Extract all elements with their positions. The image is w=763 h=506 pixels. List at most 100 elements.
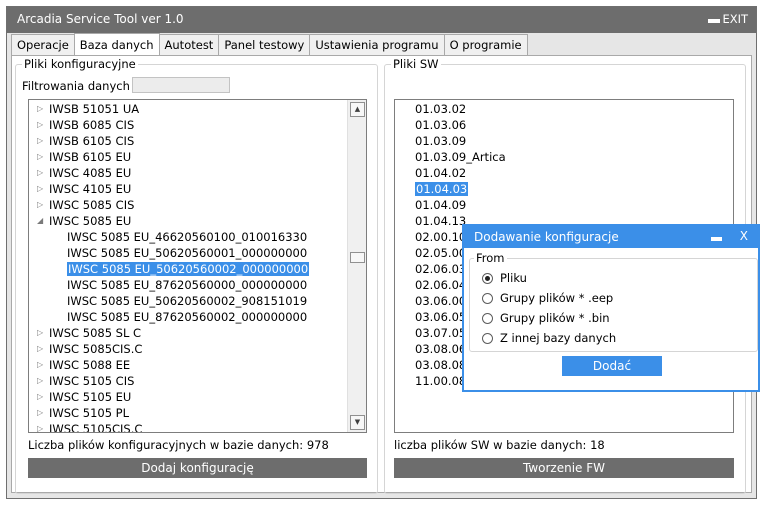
- collapsed-arrow-icon[interactable]: ▷: [37, 405, 47, 421]
- minimize-icon[interactable]: [708, 15, 720, 23]
- tree-item[interactable]: ▷ IWSC 5105 PL: [37, 405, 129, 421]
- sw-list-item[interactable]: 03.08.06: [415, 341, 466, 357]
- add-config-dialog: Dodawanie konfiguracje X From Pliku Grup…: [462, 224, 760, 392]
- filter-input[interactable]: [132, 77, 230, 93]
- sw-list-item[interactable]: 02.06.03: [415, 261, 466, 277]
- sw-list-item[interactable]: 01.03.09: [415, 133, 466, 149]
- tree-item[interactable]: IWSC 5085 EU_50620560002_000000000: [67, 261, 310, 277]
- tab-ustawienia-programu[interactable]: Ustawienia programu: [309, 34, 445, 55]
- scroll-thumb[interactable]: [350, 252, 365, 263]
- tab-o-programie[interactable]: O programie: [443, 34, 528, 55]
- tab-panel-testowy[interactable]: Panel testowy: [218, 34, 311, 55]
- sw-list-item[interactable]: 01.03.09_Artica: [415, 149, 506, 165]
- create-fw-button[interactable]: Tworzenie FW: [394, 458, 734, 478]
- collapsed-arrow-icon[interactable]: ▷: [37, 341, 47, 357]
- radio-grupy-eep[interactable]: Grupy plików * .eep: [482, 290, 613, 306]
- tree-item[interactable]: ▷ IWSB 51051 UA: [37, 101, 140, 117]
- sw-list-item[interactable]: 01.03.06: [415, 117, 466, 133]
- tab-autotest[interactable]: Autotest: [158, 34, 220, 55]
- scroll-down-arrow-icon[interactable]: ▼: [350, 415, 365, 430]
- sw-list-item-label: 01.04.09: [415, 198, 467, 212]
- sw-list-item[interactable]: 03.07.05: [415, 325, 466, 341]
- sw-list-item[interactable]: 01.04.02: [415, 165, 466, 181]
- sw-list-item[interactable]: 01.04.09: [415, 197, 466, 213]
- tree-item[interactable]: ▷ IWSC 5105 CIS: [37, 373, 135, 389]
- sw-list-item[interactable]: 01.03.02: [415, 101, 466, 117]
- config-tree-scrollbar[interactable]: ▲ ▼: [347, 100, 366, 432]
- dialog-add-button[interactable]: Dodać: [562, 356, 662, 376]
- sw-list-item[interactable]: 01.04.03: [415, 181, 469, 197]
- radio-icon[interactable]: [482, 312, 493, 324]
- tab-baza-danych[interactable]: Baza danych: [73, 33, 160, 56]
- from-group-label: From: [474, 251, 507, 265]
- collapsed-arrow-icon[interactable]: ▷: [37, 149, 47, 165]
- sw-list-item-label: 03.08.08: [415, 358, 467, 372]
- tree-item[interactable]: ▷ IWSC 5088 EE: [37, 357, 130, 373]
- sw-list-item[interactable]: 02.06.04: [415, 277, 466, 293]
- scroll-up-arrow-icon[interactable]: ▲: [350, 102, 365, 117]
- add-config-button[interactable]: Dodaj konfigurację: [28, 458, 367, 478]
- title-bar: Arcadia Service Tool ver 1.0 EXIT: [7, 7, 756, 33]
- radio-label: Grupy plików * .bin: [500, 311, 610, 325]
- sw-list-item[interactable]: 02.05.00: [415, 245, 466, 261]
- radio-grupy-bin[interactable]: Grupy plików * .bin: [482, 310, 610, 326]
- tree-item-label: IWSC 5085 CIS: [49, 198, 135, 212]
- collapsed-arrow-icon[interactable]: ▷: [37, 389, 47, 405]
- collapsed-arrow-icon[interactable]: ▷: [37, 357, 47, 373]
- tree-item[interactable]: ▷ IWSB 6105 EU: [37, 149, 131, 165]
- sw-list-item[interactable]: 03.08.08: [415, 357, 466, 373]
- sw-list-item[interactable]: 11.00.08: [415, 373, 466, 389]
- collapsed-arrow-icon[interactable]: ▷: [37, 325, 47, 341]
- tree-item-label: IWSC 5085 EU_50620560002_908151019: [67, 294, 308, 308]
- tree-item[interactable]: IWSC 5085 EU_46620560100_010016330: [67, 229, 307, 245]
- tree-item[interactable]: ▷ IWSC 5105 EU: [37, 389, 131, 405]
- radio-icon[interactable]: [482, 272, 493, 284]
- tree-item[interactable]: IWSC 5085 EU_87620560002_000000000: [67, 309, 307, 325]
- tree-item-label: IWSC 5085 EU_87620560002_000000000: [67, 310, 308, 324]
- sw-files-group-label: Pliki SW: [391, 57, 441, 71]
- sw-list-item[interactable]: 01.04.13: [415, 213, 466, 229]
- exit-button[interactable]: EXIT: [722, 12, 748, 26]
- sw-list-item-label: 01.03.02: [415, 102, 467, 116]
- radio-z-innej-bazy[interactable]: Z innej bazy danych: [482, 330, 616, 346]
- tree-item-label: IWSB 51051 UA: [49, 102, 140, 116]
- sw-list-item[interactable]: 03.06.00: [415, 293, 466, 309]
- tree-item[interactable]: ▷ IWSB 6085 CIS: [37, 117, 134, 133]
- sw-list-item[interactable]: 03.06.05: [415, 309, 466, 325]
- radio-pliku[interactable]: Pliku: [482, 270, 527, 286]
- sw-list-item-label: 01.04.03: [415, 182, 469, 196]
- tree-item[interactable]: ▷ IWSC 5085 SL C: [37, 325, 141, 341]
- sw-list-item-label: 02.05.00: [415, 246, 467, 260]
- config-tree: ▷ IWSC 5105CIS.C ▷ IWSC 5105 PL ▷ IWSC 5105 E…: [28, 99, 367, 433]
- tree-item[interactable]: ▷ IWSC 4105 EU: [37, 181, 131, 197]
- radio-icon[interactable]: [482, 332, 493, 344]
- sw-list-item[interactable]: 02.00.10: [415, 229, 466, 245]
- tree-item[interactable]: ▷ IWSC 5085CIS.C: [37, 341, 142, 357]
- collapsed-arrow-icon[interactable]: ▷: [37, 101, 47, 117]
- tree-item-label: IWSC 5085 EU: [49, 214, 132, 228]
- collapsed-arrow-icon[interactable]: ▷: [37, 117, 47, 133]
- collapsed-arrow-icon[interactable]: ▷: [37, 373, 47, 389]
- tree-item-label: IWSC 5105 CIS: [49, 374, 135, 388]
- collapsed-arrow-icon[interactable]: ▷: [37, 165, 47, 181]
- tree-item[interactable]: ◢ IWSC 5085 EU: [37, 213, 132, 229]
- dialog-minimize-icon[interactable]: [711, 237, 722, 241]
- tree-item[interactable]: IWSC 5085 EU_50620560002_908151019: [67, 293, 307, 309]
- tree-item[interactable]: IWSC 5085 EU_87620560000_000000000: [67, 277, 307, 293]
- tree-item[interactable]: ▷ IWSC 4085 EU: [37, 165, 131, 181]
- radio-icon[interactable]: [482, 292, 493, 304]
- tab-operacje[interactable]: Operacje: [11, 34, 75, 55]
- sw-list-item-label: 01.04.13: [415, 214, 467, 228]
- tree-item[interactable]: ▷ IWSC 5105CIS.C: [37, 421, 142, 432]
- collapsed-arrow-icon[interactable]: ▷: [37, 197, 47, 213]
- tree-item[interactable]: ▷ IWSB 6105 CIS: [37, 133, 134, 149]
- sw-list-item-label: 03.07.05: [415, 326, 467, 340]
- tree-item[interactable]: IWSC 5085 EU_50620560001_000000000: [67, 245, 307, 261]
- tab-bar: Operacje Baza danych Autotest Panel test…: [11, 33, 528, 56]
- collapsed-arrow-icon[interactable]: ▷: [37, 181, 47, 197]
- tree-item[interactable]: ▷ IWSC 5085 CIS: [37, 197, 135, 213]
- collapsed-arrow-icon[interactable]: ▷: [37, 421, 47, 432]
- collapsed-arrow-icon[interactable]: ▷: [37, 133, 47, 149]
- expanded-arrow-icon[interactable]: ◢: [37, 213, 47, 229]
- dialog-close-button[interactable]: X: [740, 229, 748, 243]
